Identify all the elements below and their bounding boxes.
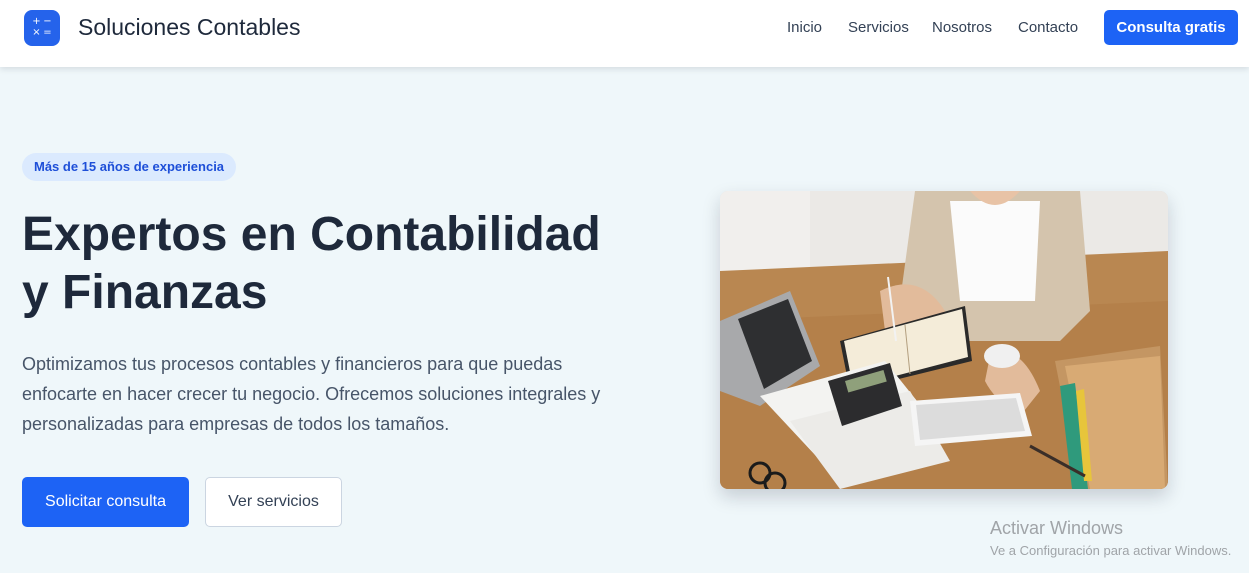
free-consultation-button[interactable]: Consulta gratis: [1104, 10, 1238, 45]
top-navbar: + − × = Soluciones Contables Inicio Servici…: [0, 0, 1249, 67]
hero-title-line-2: y Finanzas: [22, 266, 268, 319]
windows-activation-subtitle: Ve a Configuración para activar Windows.: [990, 543, 1232, 558]
nav-link-inicio[interactable]: Inicio: [787, 19, 822, 36]
windows-activation-title: Activar Windows: [990, 518, 1124, 538]
accountant-desk-illustration: [720, 191, 1168, 489]
view-services-button[interactable]: Ver servicios: [205, 477, 342, 527]
nav-link-servicios[interactable]: Servicios: [848, 19, 909, 36]
accountant-desk-photo: [720, 191, 1168, 489]
hero-description: Optimizamos tus procesos contables y fin…: [22, 354, 601, 434]
experience-badge: Más de 15 años de experiencia: [22, 153, 237, 181]
request-consultation-button[interactable]: Solicitar consulta: [22, 477, 189, 527]
brand-name[interactable]: Soluciones Contables: [78, 14, 300, 41]
hero-title-line-1: Expertos en Contabilidad: [22, 208, 601, 261]
nav-link-contacto[interactable]: Contacto: [1018, 19, 1078, 36]
calculator-icon[interactable]: + − × =: [24, 10, 60, 46]
nav-link-nosotros[interactable]: Nosotros: [932, 19, 992, 36]
hero-title: Expertos en Contabilidad y Finanzas: [22, 206, 662, 322]
